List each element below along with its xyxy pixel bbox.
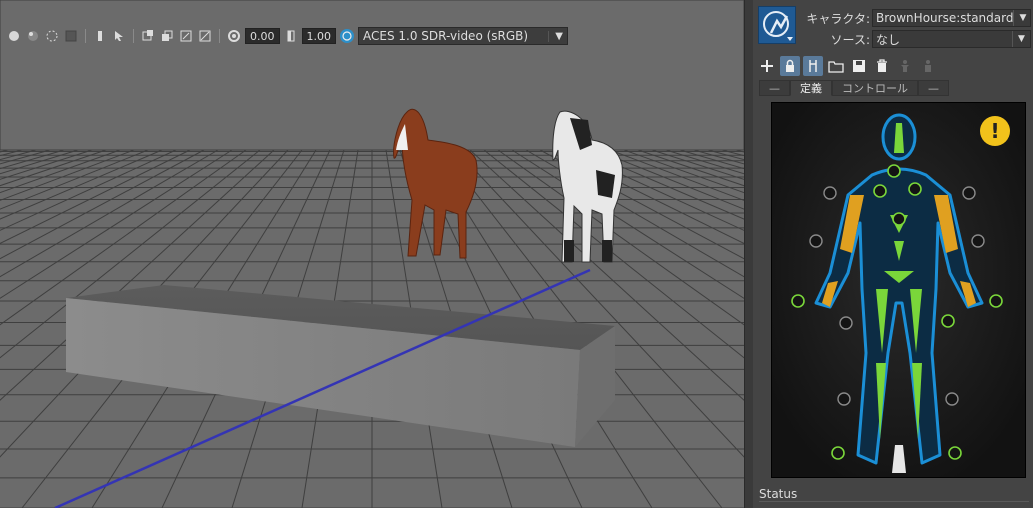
source-value: なし	[876, 32, 901, 47]
viewport-3d[interactable]: 0.00 1.00 ACES 1.0 SDR-video (sRGB) ▼	[0, 0, 744, 508]
wireframe-sphere-icon[interactable]	[44, 28, 60, 44]
texture-icon[interactable]	[63, 28, 79, 44]
exposure-icon[interactable]	[226, 28, 242, 44]
color-management-icon[interactable]	[339, 28, 355, 44]
chevron-down-icon: ▼	[1013, 10, 1030, 26]
delete-icon[interactable]	[872, 56, 892, 76]
tab-collapse-left[interactable]: —	[759, 80, 790, 96]
character-label: キャラクタ:	[806, 11, 870, 26]
source-row: ソース: なし ▼	[803, 30, 1031, 48]
human-ik-panel: キャラクタ: BrownHourse:standard ▼ ソース: なし ▼ …	[753, 0, 1033, 508]
status-label: Status	[759, 487, 798, 501]
gamma-field[interactable]: 1.00	[301, 28, 336, 44]
shaded-sphere-icon[interactable]	[25, 28, 41, 44]
sky-area	[0, 0, 744, 151]
gamma-icon[interactable]	[283, 28, 299, 44]
toolbar-divider	[219, 29, 220, 43]
select-icon[interactable]	[111, 28, 127, 44]
human-ik-logo-button[interactable]	[758, 6, 796, 44]
scene-canvas[interactable]	[0, 0, 744, 508]
warning-icon: !	[980, 116, 1010, 146]
folder-icon[interactable]	[826, 56, 846, 76]
status-divider	[759, 501, 1029, 502]
tab-definition[interactable]: 定義	[790, 80, 832, 96]
lock-icon[interactable]	[780, 56, 800, 76]
svg-text:!: !	[990, 119, 999, 143]
toolbar-divider	[85, 29, 86, 43]
character-figure: !	[772, 103, 1025, 477]
character-icon	[895, 56, 915, 76]
layer-icon[interactable]	[159, 28, 175, 44]
panel-splitter[interactable]	[744, 0, 753, 508]
skeleton-icon[interactable]	[803, 56, 823, 76]
color-space-value: ACES 1.0 SDR-video (sRGB)	[363, 29, 529, 43]
character-dropdown[interactable]: BrownHourse:standard ▼	[872, 9, 1031, 27]
toolbar-divider	[133, 29, 134, 43]
isolate-icon[interactable]	[140, 28, 156, 44]
source-label: ソース:	[830, 32, 870, 47]
human-ik-icon	[763, 11, 793, 41]
character-definition-view[interactable]: !	[771, 102, 1026, 478]
viewport-toolbar: 0.00 1.00 ACES 1.0 SDR-video (sRGB) ▼	[0, 25, 744, 47]
exposure-field[interactable]: 0.00	[245, 28, 280, 44]
add-icon[interactable]	[757, 56, 777, 76]
character-value: BrownHourse:standard	[876, 11, 1014, 25]
pin-icon[interactable]	[92, 28, 108, 44]
save-icon[interactable]	[849, 56, 869, 76]
color-space-dropdown[interactable]: ACES 1.0 SDR-video (sRGB) ▼	[358, 27, 568, 45]
sphere-icon[interactable]	[6, 28, 22, 44]
character-alt-icon	[918, 56, 938, 76]
layer-stack-icon[interactable]	[178, 28, 194, 44]
chevron-down-icon: ▼	[548, 30, 563, 42]
source-dropdown[interactable]: なし ▼	[872, 30, 1031, 48]
tab-collapse-right[interactable]: —	[918, 80, 949, 96]
chevron-down-icon: ▼	[1012, 31, 1030, 47]
hik-tabs: — 定義 コントロール —	[759, 80, 949, 96]
image-plane-icon[interactable]	[197, 28, 213, 44]
character-row: キャラクタ: BrownHourse:standard ▼	[803, 9, 1031, 27]
tab-controls[interactable]: コントロール	[832, 80, 918, 96]
hik-toolbar	[757, 56, 938, 76]
